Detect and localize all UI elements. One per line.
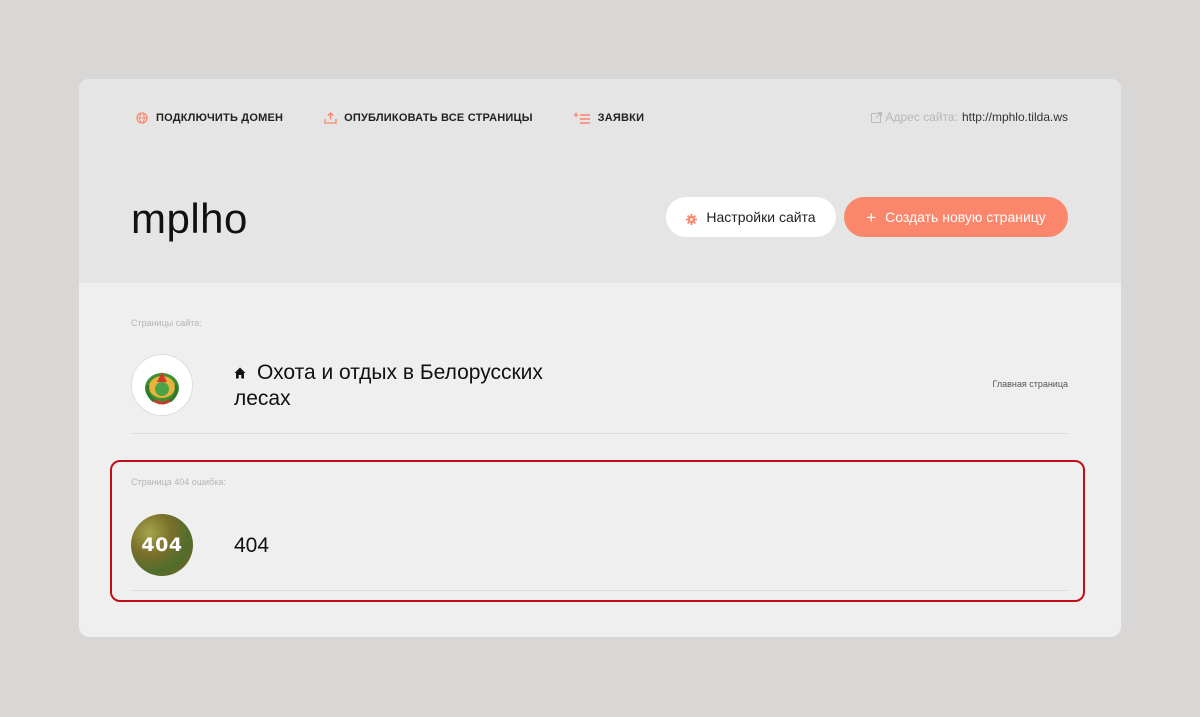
leads-link[interactable]: ЗАЯВКИ: [573, 111, 645, 125]
site-settings-label: Настройки сайта: [706, 209, 816, 225]
publish-all-link[interactable]: ОПУБЛИКОВАТЬ ВСЕ СТРАНИЦЫ: [323, 111, 533, 125]
site-address-url[interactable]: http://mphlo.tilda.ws: [962, 110, 1068, 124]
list-plus-icon: [573, 111, 591, 125]
home-page-badge: Главная страница: [992, 379, 1068, 389]
error-page-row[interactable]: 404 404: [131, 496, 1068, 591]
leads-label: ЗАЯВКИ: [597, 112, 645, 124]
emblem-icon: [145, 372, 179, 405]
site-panel: ПОДКЛЮЧИТЬ ДОМЕН ОПУБЛИКОВАТЬ ВСЕ СТРАНИ…: [79, 79, 1121, 637]
site-settings-button[interactable]: Настройки сайта: [666, 197, 836, 237]
page-title-link[interactable]: Охота и отдых в Белорусских лесах: [234, 360, 543, 412]
page-thumbnail-emblem[interactable]: [131, 354, 193, 416]
home-icon: [234, 360, 248, 379]
site-address: Адрес сайта: http://mphlo.tilda.ws: [870, 110, 1068, 124]
globe-icon: [135, 111, 149, 125]
create-page-button[interactable]: + Создать новую страницу: [844, 197, 1068, 237]
error-page-title-link[interactable]: 404: [234, 533, 269, 559]
publish-all-label: ОПУБЛИКОВАТЬ ВСЕ СТРАНИЦЫ: [344, 112, 533, 124]
site-title: mplho: [131, 195, 248, 242]
page-row[interactable]: Охота и отдых в Белорусских лесах Главна…: [131, 337, 1068, 434]
gear-icon: [686, 212, 698, 225]
site-header: ПОДКЛЮЧИТЬ ДОМЕН ОПУБЛИКОВАТЬ ВСЕ СТРАНИ…: [79, 79, 1121, 283]
site-address-label: Адрес сайта:: [885, 110, 958, 124]
page-title-line2: лесах: [234, 387, 291, 410]
create-page-label: Создать новую страницу: [885, 209, 1046, 225]
upload-icon: [323, 111, 337, 125]
page-title-line1: Охота и отдых в Белорусских: [257, 361, 543, 384]
plus-icon: +: [866, 207, 877, 227]
pages-section-label: Страницы сайта:: [131, 318, 202, 328]
error-page-section-label: Страница 404 ошибка:: [131, 477, 226, 487]
external-link-icon: [870, 111, 882, 123]
error-thumb-text: 404: [141, 534, 183, 556]
connect-domain-link[interactable]: ПОДКЛЮЧИТЬ ДОМЕН: [135, 111, 283, 125]
error-page-thumbnail[interactable]: 404: [131, 514, 193, 576]
connect-domain-label: ПОДКЛЮЧИТЬ ДОМЕН: [156, 112, 284, 124]
top-nav: ПОДКЛЮЧИТЬ ДОМЕН ОПУБЛИКОВАТЬ ВСЕ СТРАНИ…: [135, 110, 684, 126]
